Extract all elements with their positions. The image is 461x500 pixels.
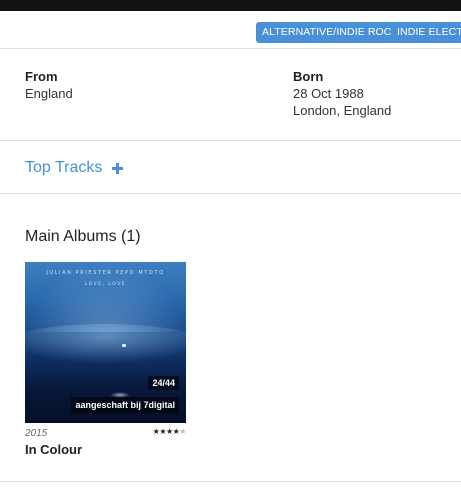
cover-title-text: LOVE, LOVE	[84, 282, 127, 287]
born-place: London, England	[293, 103, 392, 118]
cover-boat	[122, 344, 126, 347]
album-meta: 2015 ★★★★★	[25, 427, 187, 442]
cover-horizon	[25, 324, 186, 364]
album-year: 2015	[25, 428, 48, 439]
album-rating: ★★★★★	[152, 427, 187, 436]
track-count-badge: 24/44	[148, 376, 179, 390]
born-info: Born 28 Oct 1988 London, England	[293, 68, 391, 119]
top-tracks-link[interactable]: Top Tracks	[25, 159, 102, 177]
genre-tag-indie-electronic[interactable]: INDIE ELECTRONIC	[391, 22, 461, 43]
born-date: 28 Oct 1988	[293, 86, 364, 101]
plus-icon[interactable]	[112, 163, 123, 174]
top-bar	[0, 0, 461, 11]
purchase-label: aangeschaft bij 7digital	[71, 397, 179, 413]
from-label: From	[25, 69, 58, 84]
born-label: Born	[293, 69, 324, 84]
top-tracks-section: Top Tracks	[0, 142, 461, 194]
from-info: From England	[25, 68, 73, 102]
album-cover[interactable]: JULIAN PRIESTER PEPO MTOTO LOVE, LOVE 24…	[25, 262, 186, 423]
from-value: England	[25, 86, 73, 101]
bottom-divider	[0, 481, 461, 482]
album-card[interactable]: JULIAN PRIESTER PEPO MTOTO LOVE, LOVE 24…	[25, 262, 186, 457]
genre-tags-bar: ALTERNATIVE/INDIE ROCK INDIE ELECTRONIC	[0, 11, 461, 49]
cover-artists-text: JULIAN PRIESTER PEPO MTOTO	[46, 270, 165, 276]
genre-tag-alternative-indie-rock[interactable]: ALTERNATIVE/INDIE ROCK	[256, 22, 405, 43]
rating-filled-stars: ★★★★	[152, 427, 180, 436]
rating-empty-stars: ★	[179, 427, 186, 436]
album-title[interactable]: In Colour	[25, 442, 186, 457]
artist-info-section: From England Born 28 Oct 1988 London, En…	[0, 50, 461, 141]
main-albums-heading: Main Albums (1)	[25, 228, 141, 245]
